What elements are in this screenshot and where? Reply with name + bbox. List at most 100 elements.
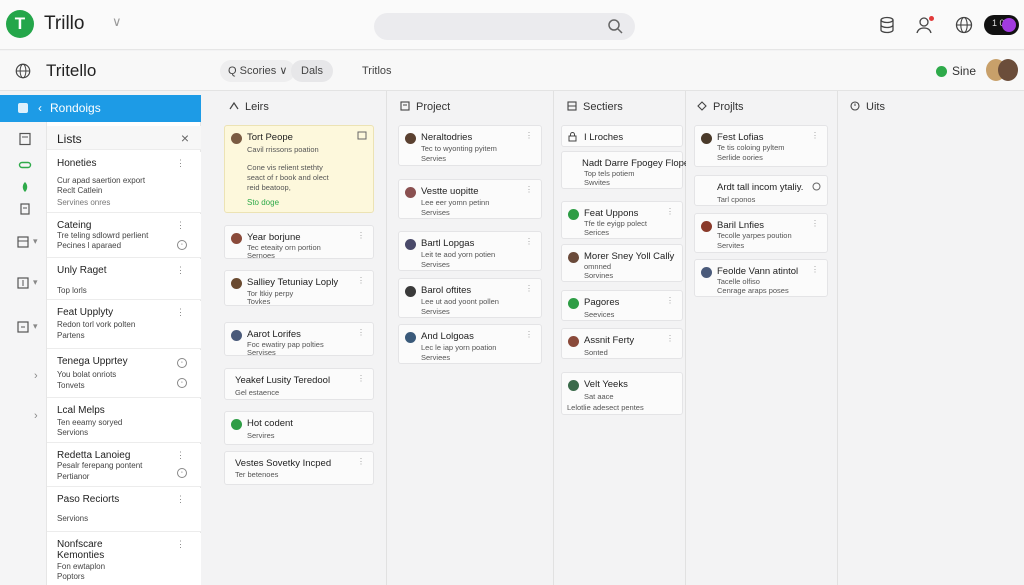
- card[interactable]: Yeakef Lusity Teredool ⋮ Gel estaence: [224, 368, 374, 400]
- list-item[interactable]: Honeties ⋮ Cur apad saertion export Recl…: [47, 152, 201, 213]
- more-icon[interactable]: ⋮: [811, 219, 819, 228]
- database-icon[interactable]: [877, 15, 897, 35]
- list-item-subtitle: Redon torl vork polten: [57, 320, 136, 329]
- card[interactable]: Aarot Lorifes ⋮ Foc ewatiry pap polties …: [224, 322, 374, 357]
- card-description: seact of r book and olect: [247, 173, 329, 182]
- card[interactable]: Tort Peope Cavil rrissons poation Cone v…: [224, 125, 374, 213]
- status-badge: Sto doge: [247, 198, 280, 207]
- search-icon[interactable]: [607, 18, 623, 34]
- app-logo[interactable]: T: [6, 10, 34, 38]
- copy-icon[interactable]: [18, 202, 32, 216]
- chevron-left-icon[interactable]: ‹: [38, 95, 42, 122]
- more-icon[interactable]: ⋮: [357, 276, 365, 285]
- card[interactable]: Ardt tall incom ytaliy. Tarl cponos: [694, 175, 828, 206]
- archive-icon[interactable]: [16, 235, 30, 249]
- more-icon[interactable]: ⋮: [176, 307, 185, 318]
- list-item[interactable]: Unly Raget ⋮ Top lorls: [47, 259, 201, 300]
- card[interactable]: Nadt Darre Fpogey Flope Top tels potiem …: [561, 151, 689, 189]
- card[interactable]: And Lolgoas ⋮ Lec le iap yorn poation Se…: [398, 324, 542, 364]
- more-icon[interactable]: ⋮: [176, 494, 185, 505]
- column-header[interactable]: Projlts: [697, 101, 744, 113]
- link-icon[interactable]: [18, 158, 32, 172]
- more-icon[interactable]: ⋮: [176, 220, 185, 231]
- folder-icon[interactable]: [16, 320, 30, 334]
- board-column: Projlts Fest Lofias ⋮ Te tis coloing pyl…: [686, 91, 838, 585]
- theme-toggle[interactable]: 1 0: [984, 15, 1019, 35]
- more-icon[interactable]: ⋮: [357, 328, 365, 337]
- document-icon[interactable]: [18, 132, 32, 146]
- more-icon[interactable]: ⋮: [666, 296, 674, 305]
- list-item[interactable]: Tenega Upprtey ◦ You bolat onriots Tonve…: [47, 350, 201, 398]
- list-item-meta: Top lorls: [57, 286, 87, 295]
- more-icon[interactable]: ⋮: [176, 158, 185, 169]
- more-icon[interactable]: ⋮: [525, 237, 533, 246]
- more-icon[interactable]: ⋮: [811, 265, 819, 274]
- list-item[interactable]: Nonfscare Kemonties ⋮ Fon ewtaplon Popto…: [47, 533, 201, 585]
- list-item[interactable]: Paso Reciorts ⋮ Servions: [47, 488, 201, 532]
- card[interactable]: Feolde Vann atintol ⋮ Tacelle olfiso Cen…: [694, 259, 828, 297]
- more-icon[interactable]: ⋮: [525, 185, 533, 194]
- card[interactable]: Salliey Tetuniay Loply ⋮ Tor ltkiy perpy…: [224, 270, 374, 306]
- column-header[interactable]: Sectiers: [567, 101, 623, 113]
- avatar[interactable]: [998, 59, 1018, 81]
- more-icon[interactable]: ⋮: [666, 250, 674, 259]
- card[interactable]: Pagores ⋮ Seevices: [561, 290, 683, 321]
- more-icon[interactable]: ⋮: [525, 131, 533, 140]
- leaf-icon[interactable]: [18, 180, 32, 194]
- card[interactable]: Hot codent Servires: [224, 411, 374, 445]
- tab-scories[interactable]: Q Scories ∨: [220, 60, 296, 82]
- list-item[interactable]: Redetta Lanoieg ⋮ Pesalr ferepang ponten…: [47, 444, 201, 487]
- card-title: I Lroches: [584, 132, 624, 143]
- card[interactable]: Vestes Sovetky Incped ⋮ Ter betenoes: [224, 451, 374, 485]
- tab-dals[interactable]: Dals: [291, 60, 334, 82]
- more-icon[interactable]: ⋮: [525, 284, 533, 293]
- list-item[interactable]: Feat Upplyty ⋮ Redon torl vork polten Pa…: [47, 301, 201, 349]
- more-icon[interactable]: ⋮: [666, 207, 674, 216]
- column-header[interactable]: Leirs: [229, 101, 269, 113]
- list-item[interactable]: Lcal Melps Ten eeamy soryed Servions: [47, 399, 201, 443]
- card[interactable]: Year borjune ⋮ Tec eteaity orn portion S…: [224, 225, 374, 260]
- more-icon[interactable]: ⋮: [176, 450, 185, 461]
- more-icon[interactable]: ⋮: [357, 457, 365, 466]
- column-header[interactable]: Uits: [850, 101, 885, 113]
- search-input[interactable]: [374, 13, 635, 40]
- more-icon[interactable]: ⋮: [811, 131, 819, 140]
- attachment-icon[interactable]: [812, 182, 821, 191]
- sidebar-section-header[interactable]: ‹ Rondoigs: [0, 95, 201, 122]
- list-item[interactable]: Cateing ⋮ Tre teling sdlowrd perlient Pe…: [47, 214, 201, 258]
- more-icon[interactable]: ⋮: [666, 334, 674, 343]
- chevron-down-icon[interactable]: ▾: [33, 277, 38, 288]
- card[interactable]: Vestte uopitte ⋮ Lee eer yomn petinn Ser…: [398, 179, 542, 219]
- more-icon[interactable]: ⋮: [357, 374, 365, 383]
- globe-icon[interactable]: [14, 62, 32, 80]
- close-icon[interactable]: ×: [181, 130, 189, 146]
- card[interactable]: Neraltodries ⋮ Tec to wyonting pyitem Se…: [398, 125, 542, 166]
- more-icon[interactable]: ⋮: [176, 539, 185, 550]
- tab-tritlos[interactable]: Tritlos: [362, 65, 392, 77]
- card[interactable]: Barol oftites ⋮ Lee ut aod yoont pollen …: [398, 278, 542, 318]
- card[interactable]: Feat Uppons ⋮ Tfe tle eyigp polect Seric…: [561, 201, 683, 239]
- file-icon[interactable]: [16, 276, 30, 290]
- list-item-title: Lcal Melps: [57, 405, 105, 416]
- card[interactable]: Fest Lofias ⋮ Te tis coloing pyltem Serl…: [694, 125, 828, 167]
- globe-icon[interactable]: [954, 15, 974, 35]
- chevron-right-icon[interactable]: ›: [34, 370, 38, 382]
- card[interactable]: Bartl Lopgas ⋮ Leit te aod yorn potien S…: [398, 231, 542, 271]
- chevron-right-icon[interactable]: ›: [34, 410, 38, 422]
- chevron-down-icon[interactable]: ▾: [33, 236, 38, 247]
- card[interactable]: Morer Sney Yoll Cally ⋮ omnned Sorvines: [561, 244, 683, 282]
- comment-icon[interactable]: [357, 131, 367, 141]
- chevron-down-icon[interactable]: ∨: [112, 14, 122, 30]
- card[interactable]: Assnit Ferty ⋮ Sonted: [561, 328, 683, 359]
- more-icon[interactable]: ⋮: [176, 265, 185, 276]
- chevron-down-icon[interactable]: ▾: [33, 321, 38, 332]
- column-header[interactable]: Project: [400, 101, 450, 113]
- card-meta: Cenrage araps poses: [717, 286, 789, 295]
- more-icon[interactable]: ⋮: [525, 330, 533, 339]
- status-icon: ◦: [177, 468, 187, 478]
- more-icon[interactable]: ⋮: [357, 231, 365, 240]
- card[interactable]: I Lroches: [561, 125, 683, 147]
- card[interactable]: Velt Yeeks Sat aace Lelotlie adesect pen…: [561, 372, 683, 415]
- card[interactable]: Baril Lnfies ⋮ Tecolle yarpes poution Se…: [694, 213, 828, 253]
- member-avatars[interactable]: [986, 59, 1020, 81]
